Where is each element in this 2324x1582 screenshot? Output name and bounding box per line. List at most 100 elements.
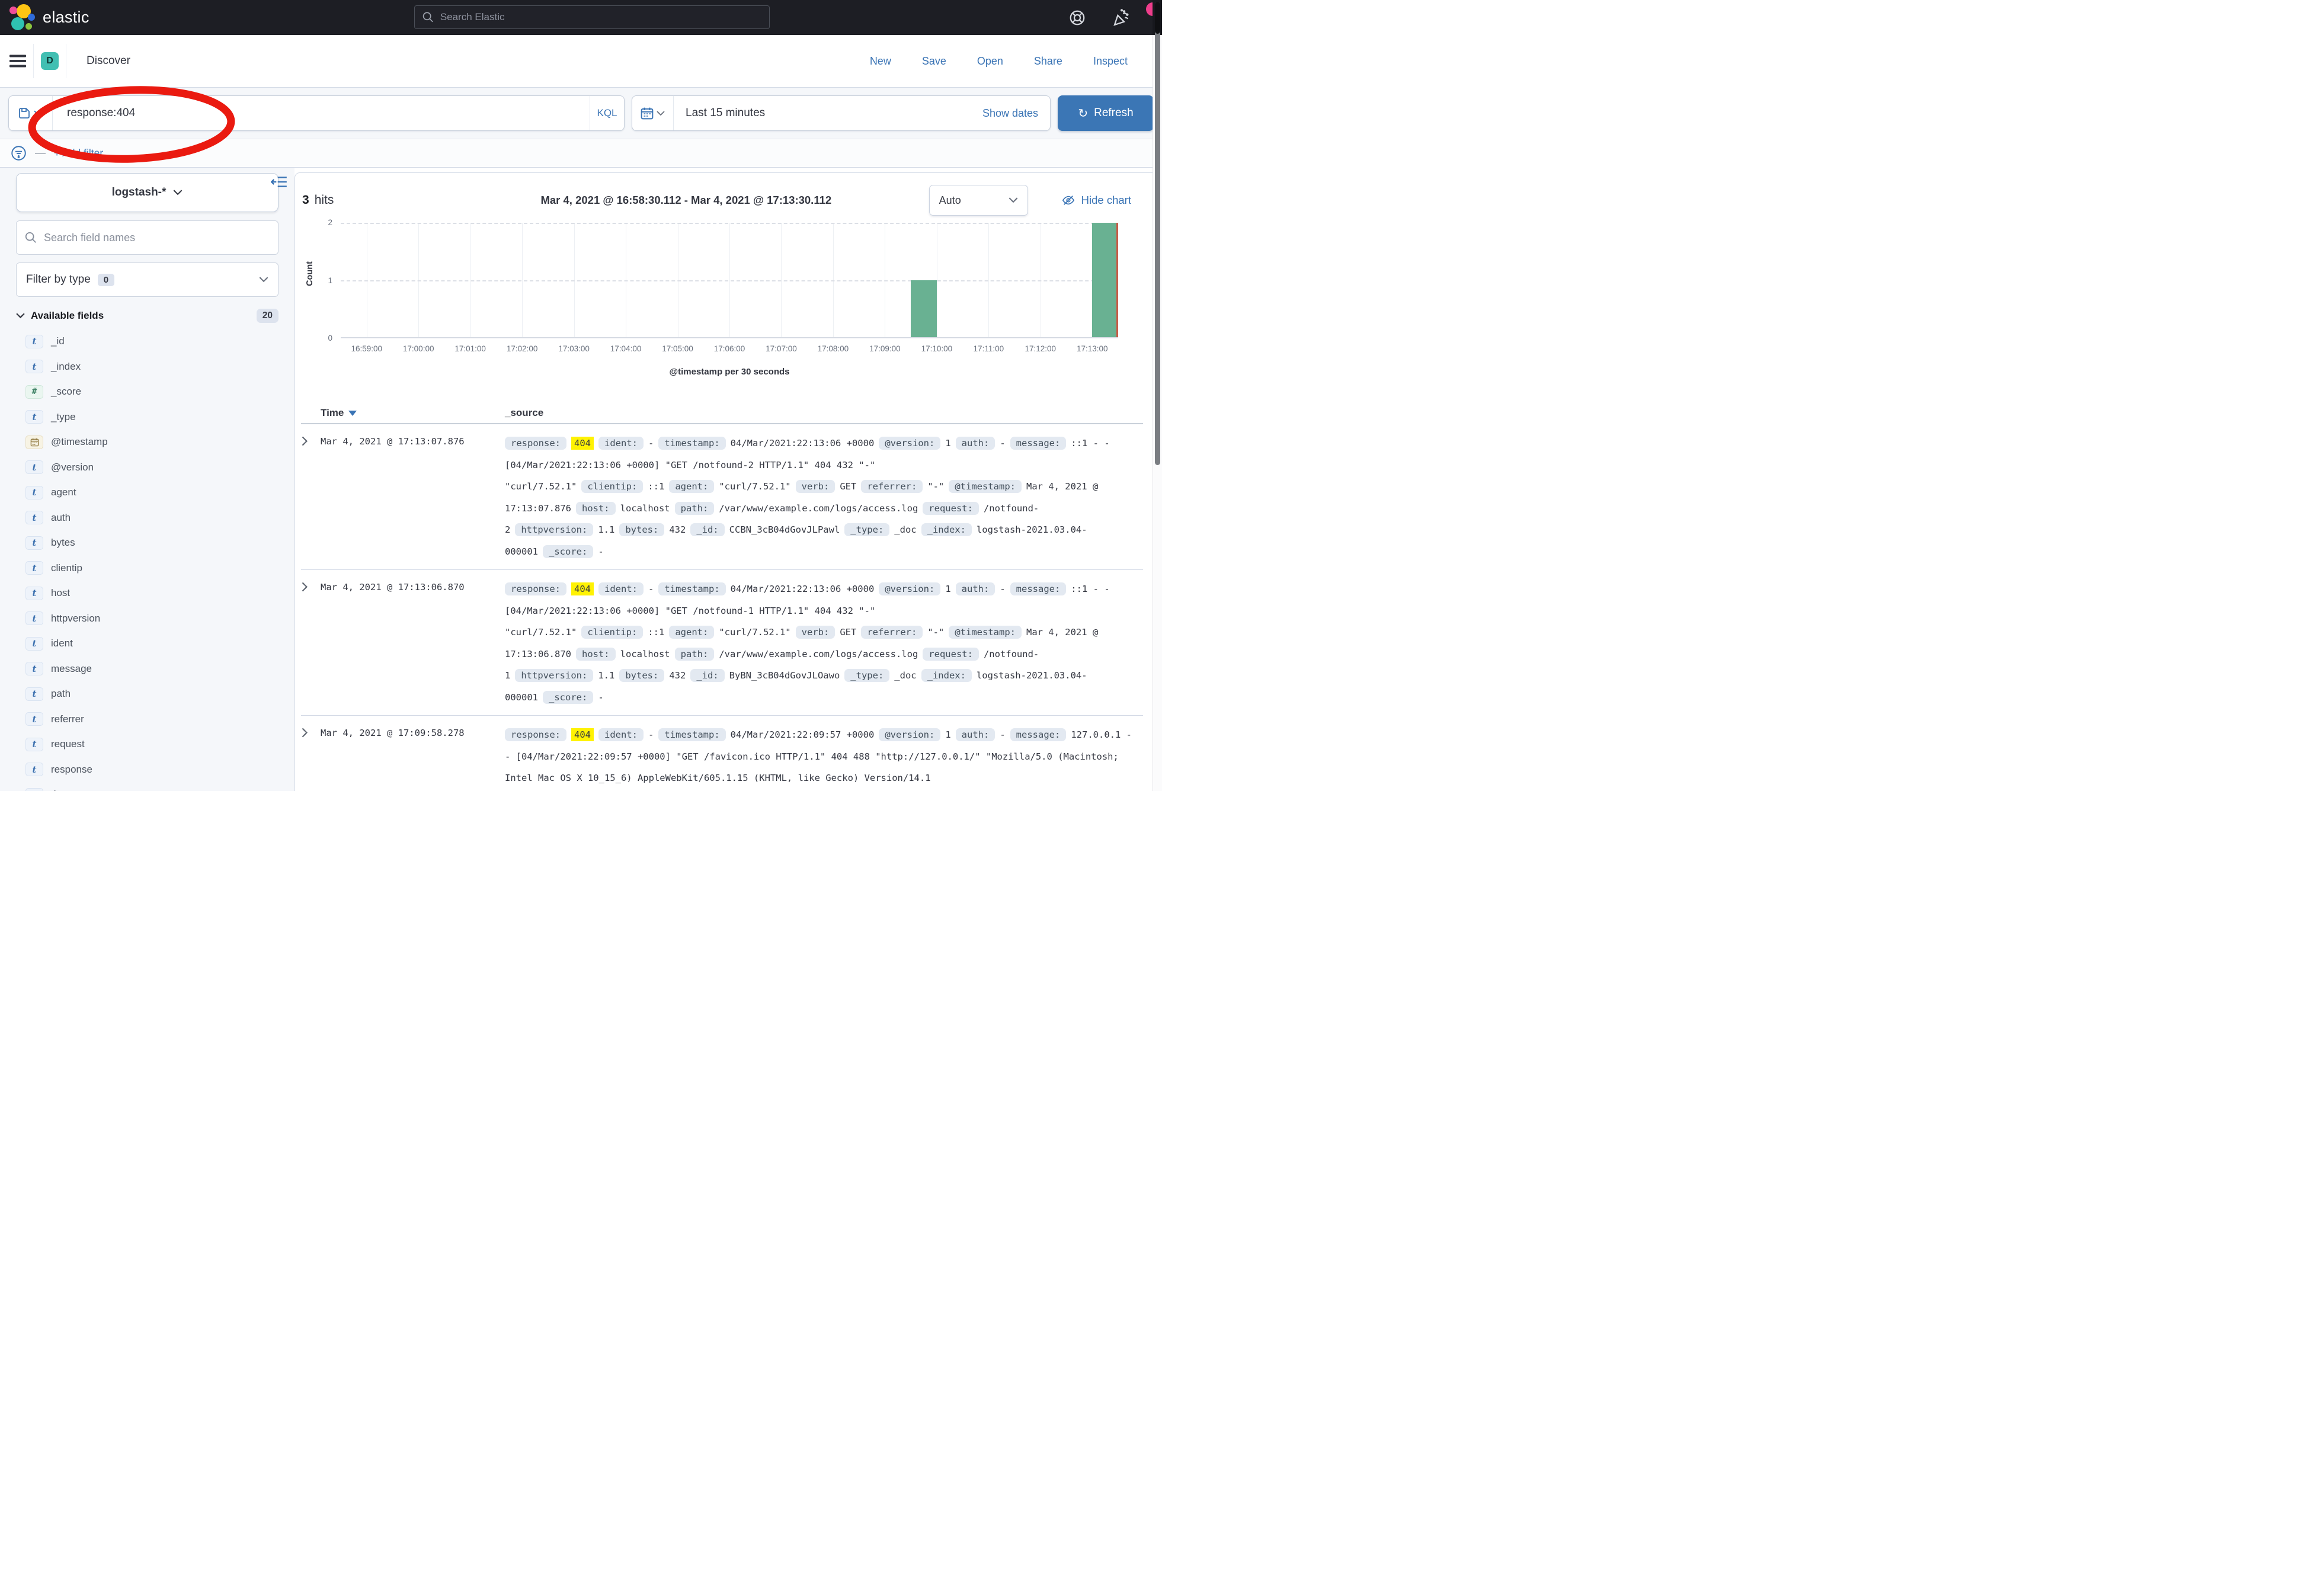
available-fields-count: 20 [257,309,279,323]
available-fields-header[interactable]: Available fields 20 [16,309,279,323]
field-item-@timestamp[interactable]: @timestamp [16,430,279,455]
hide-chart-button[interactable]: Hide chart [1061,194,1131,207]
field-chip: host: [576,502,616,515]
menu-icon[interactable] [9,54,26,68]
query-language-button[interactable]: KQL [590,96,624,130]
filter-by-type-select[interactable]: Filter by type 0 [16,262,279,297]
histogram-bar[interactable] [1092,223,1118,337]
field-name: request [51,738,85,750]
query-input[interactable] [53,107,590,120]
field-chip: _index: [921,523,972,536]
field-chip: _score: [543,691,593,704]
string-field-icon: t [25,410,43,424]
nav-action-inspect[interactable]: Inspect [1093,55,1128,68]
field-item-ident[interactable]: tident [16,631,279,657]
field-item-message[interactable]: tmessage [16,657,279,682]
expand-row-icon[interactable] [301,433,321,562]
scrollbar-thumb[interactable] [1155,2,1160,465]
field-item-_score[interactable]: #_score [16,379,279,405]
field-item-response[interactable]: tresponse [16,757,279,783]
gridline-horizontal [341,280,1118,281]
field-chip: message: [1010,582,1067,595]
kibana-discover-page: elastic D Discover NewSaveOpenShareInspe… [0,0,1162,791]
field-item-_type[interactable]: t_type [16,405,279,430]
field-item-_id[interactable]: t_id [16,329,279,354]
row-time: Mar 4, 2021 @ 17:13:07.876 [321,433,505,562]
field-item-path[interactable]: tpath [16,681,279,707]
nav-action-open[interactable]: Open [977,55,1003,68]
help-icon[interactable] [1068,9,1086,27]
field-name: bytes [51,537,75,549]
highlighted-value: 404 [571,582,594,595]
string-field-icon: t [25,536,43,550]
time-column-header[interactable]: Time [321,407,505,419]
filter-icon[interactable] [11,145,27,161]
nav-action-new[interactable]: New [870,55,891,68]
field-item-request[interactable]: trequest [16,732,279,757]
news-icon[interactable] [1112,8,1131,27]
y-axis-tick-label: 0 [328,334,332,342]
field-chip: ident: [598,582,644,595]
available-fields-label: Available fields [31,310,104,322]
expand-row-icon[interactable] [301,578,321,708]
field-item-clientip[interactable]: tclientip [16,556,279,581]
chevron-down-icon [16,313,25,319]
field-item-timestamp[interactable]: ttimestamp [16,782,279,791]
field-chip: @timestamp: [949,480,1022,493]
field-value: 432 [669,670,686,681]
field-value: - [648,438,654,449]
field-value: - [648,729,654,740]
nav-action-share[interactable]: Share [1034,55,1062,68]
field-value: 432 [669,524,686,535]
field-search-input[interactable] [16,220,279,255]
refresh-button[interactable]: ↻ Refresh [1058,95,1154,131]
collapse-sidebar-icon[interactable] [271,175,287,192]
scrollbar-thumb-top [1155,2,1160,34]
global-search-bar[interactable] [414,5,770,29]
filter-options-dash: — [35,147,46,159]
field-item-_index[interactable]: t_index [16,354,279,380]
content-area: logstash-* Filter by type 0 Available fi… [0,168,1162,791]
field-name: _score [51,386,81,398]
field-item-httpversion[interactable]: thttpversion [16,606,279,632]
field-item-@version[interactable]: t@version [16,455,279,481]
date-picker-quick-menu[interactable] [632,96,674,130]
show-dates-button[interactable]: Show dates [982,107,1050,120]
expand-row-icon[interactable] [301,724,321,791]
search-icon [24,231,37,244]
chevron-down-icon [657,111,665,116]
query-bar[interactable]: KQL [8,95,625,131]
string-field-icon: t [25,587,43,600]
field-item-referrer[interactable]: treferrer [16,707,279,732]
add-filter-button[interactable]: + Add filter [54,147,103,159]
field-item-host[interactable]: thost [16,581,279,606]
nav-action-save[interactable]: Save [922,55,946,68]
x-axis-tick-label: 17:04:00 [610,344,642,353]
field-value: "curl/7.52.1" [719,481,790,492]
sort-descending-icon[interactable] [348,411,357,416]
y-axis-tick-label: 2 [328,218,332,227]
fields-sidebar: logstash-* Filter by type 0 Available fi… [0,168,294,791]
table-row: Mar 4, 2021 @ 17:13:06.870response:404id… [301,570,1143,716]
field-item-auth[interactable]: tauth [16,505,279,531]
elastic-logo[interactable]: elastic [9,4,89,31]
field-item-agent[interactable]: tagent [16,480,279,505]
saved-query-menu[interactable] [9,96,53,130]
field-chip: response: [505,728,566,741]
index-pattern-selector[interactable]: logstash-* [16,173,279,212]
x-axis-tick-label: 16:59:00 [351,344,382,353]
refresh-icon: ↻ [1078,107,1088,119]
interval-select[interactable]: Auto [929,185,1028,216]
field-name: @version [51,462,94,473]
field-chip: response: [505,437,566,450]
field-value: "curl/7.52.1" [719,627,790,638]
field-value: "-" [927,481,944,492]
saved-query-icon [18,107,30,119]
date-picker[interactable]: Last 15 minutes Show dates [632,95,1051,131]
field-chip: _index: [921,669,972,682]
histogram-chart: Count 012 16:59:0017:00:0017:01:0017:02:… [301,223,1153,382]
global-search-input[interactable] [440,11,762,23]
time-range-value[interactable]: Last 15 minutes [674,107,765,120]
histogram-bar[interactable] [911,280,937,338]
field-item-bytes[interactable]: tbytes [16,530,279,556]
